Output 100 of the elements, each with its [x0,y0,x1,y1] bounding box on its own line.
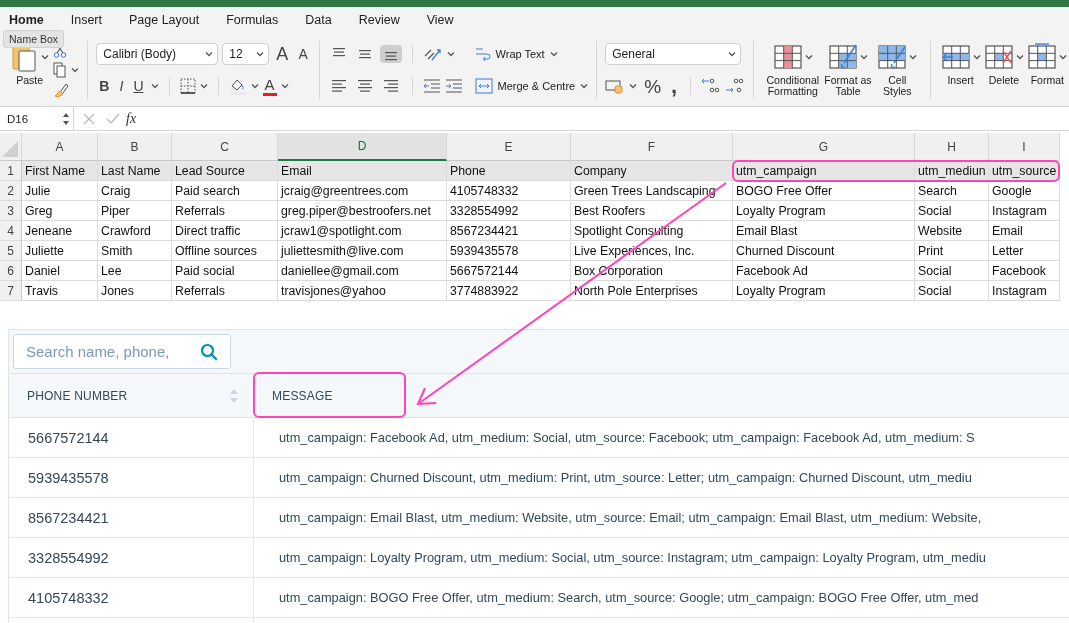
cell-styles-icon [877,42,908,71]
vertical-align-button[interactable] [379,45,402,63]
ribbon-tab[interactable]: Page Layout [129,13,200,31]
column-header[interactable]: A [22,133,98,161]
column-title: PHONE NUMBER [27,388,128,403]
percent-style-button[interactable]: % [641,76,665,96]
number-format-select[interactable]: General [605,43,742,65]
sheet-cell: greg.piper@bestroofers.net [278,201,447,221]
row-number[interactable]: 3 [0,201,22,221]
sheet-cell: Last Name [98,161,172,181]
sheet-cell: 8567234421 [447,221,571,241]
sheet-cell: Jeneane [22,221,98,241]
ribbon-tab[interactable]: Home [9,13,44,31]
table-cell: utm_campaign: Email Blast, utm_medium: Website, utm_source: Email; utm_campaign: Email Blast, utm_medium: Website, [254,498,1069,538]
sheet-cell: Loyalty Program [733,201,915,221]
caret-icon [580,83,589,89]
align-middle-icon [356,47,373,61]
merge-centre-button[interactable]: Merge & Centre [474,78,589,94]
sheet-cell: Travis [22,281,98,301]
decrease-decimal-icon[interactable] [725,77,746,95]
font-name-select[interactable]: Calibri (Body) [96,43,219,65]
column-header[interactable]: F [571,133,733,161]
caret-icon [1059,53,1068,60]
underline-button[interactable]: U [130,79,147,93]
name-box[interactable]: D16 [0,106,74,131]
ribbon-tab[interactable]: Review [358,13,400,31]
column-header[interactable]: C [172,133,278,161]
increase-decimal-icon[interactable] [701,77,722,95]
caret-icon [256,51,265,57]
sheet-cell: 4105748332 [447,181,571,201]
align-left-icon [330,79,347,93]
row-number[interactable]: 7 [0,281,22,301]
column-header[interactable]: H [915,133,989,161]
column-header[interactable]: I [989,133,1060,161]
grow-font-button[interactable]: A [273,45,292,63]
row-number[interactable]: 1 [0,161,22,181]
column-header[interactable]: D [278,133,447,161]
table-cell: 5939435578 [9,458,254,498]
shrink-font-button[interactable]: A [295,47,311,61]
sheet-cell: Daniel [22,261,98,281]
row-number[interactable]: 2 [0,181,22,201]
sheet-cell: Juliette [22,241,98,261]
column-header[interactable]: G [733,133,915,161]
sheet-cell: Facebook [989,261,1060,281]
sheet-cell: Website [915,221,989,241]
sheet-cell: Jones [98,281,172,301]
ribbon-tab[interactable]: Formulas [226,13,279,31]
row-number[interactable]: 4 [0,221,22,241]
search-input[interactable]: Search name, phone, [24,342,189,361]
paintbrush-icon[interactable] [53,82,70,98]
ribbon-tab[interactable]: Insert [70,13,102,31]
borders-icon[interactable] [179,78,196,94]
column-header[interactable]: E [447,133,571,161]
delete-cells-icon [983,42,1014,71]
sheet-cell: Referrals [172,281,278,301]
sheet-cell: Instagram [989,281,1060,301]
cells-button[interactable]: Insert [938,41,983,99]
cell-style-button[interactable]: Cell Styles [872,41,922,99]
function-button[interactable]: fx [120,110,143,127]
column-title: MESSAGE [272,388,333,403]
caret-icon [629,83,638,89]
caret-icon [40,53,49,60]
sheet-cell: North Pole Enterprises [571,281,733,301]
sheet-cell: utm_mediun [915,161,989,181]
cell-style-button[interactable]: Conditional Formatting [762,41,824,99]
sheet-cell: Loyalty Program [733,281,915,301]
ribbon-tab[interactable]: Data [305,13,332,31]
align-right-icon [382,79,399,93]
sheet-cell: Offline sources [172,241,278,261]
column-header[interactable]: B [98,133,172,161]
sheet-cell: Best Roofers [571,201,733,221]
sheet-cell: juliettesmith@live.com [278,241,447,261]
caret-icon [250,83,259,89]
row-number[interactable]: 5 [0,241,22,261]
sheet-cell: Green Trees Landscaping [571,181,733,201]
comma-style-button[interactable]: , [668,75,681,97]
sheet-cell: Greg [22,201,98,221]
font-color-button[interactable]: A [262,76,277,96]
sheet-cell: Lead Source [172,161,278,181]
sheet-cell: Paid social [172,261,278,281]
sheet-cell: Craig [98,181,172,201]
cells-button[interactable]: Delete [982,41,1026,99]
check-icon[interactable] [106,111,120,126]
cell-style-button[interactable]: Format as Table [823,41,873,99]
sheet-cell: Facebook Ad [733,261,915,281]
ribbon-tab[interactable]: View [426,13,454,31]
bold-button[interactable]: B [96,79,113,93]
italic-button[interactable]: I [116,79,127,93]
copy-icon[interactable] [53,62,68,78]
sheet-cell: Crawford [98,221,172,241]
caret-icon [549,51,558,57]
align-center-icon [356,79,373,93]
search-field[interactable]: Search name, phone, [13,334,231,369]
row-number[interactable]: 6 [0,261,22,281]
cells-button[interactable]: Format [1025,41,1069,99]
font-size-select[interactable]: 12 [222,43,270,65]
fill-bucket-icon[interactable] [228,77,247,95]
sheet-cell: Search [915,181,989,201]
wrap-text-button[interactable]: Wrap Text [474,46,558,62]
text-orientation-icon[interactable] [422,46,443,62]
